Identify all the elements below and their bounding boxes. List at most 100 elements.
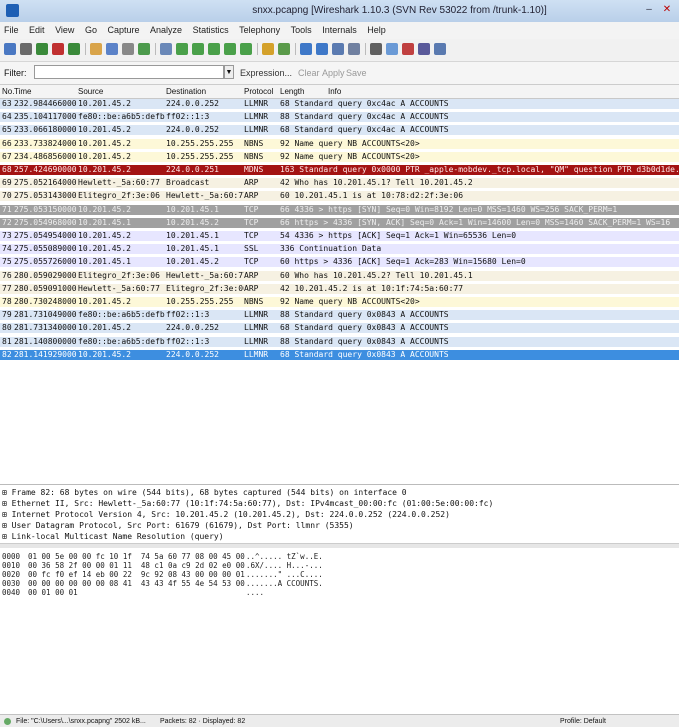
colorize-icon[interactable] [262,43,274,55]
packet-source: 10.201.45.2 [78,297,131,306]
display-filters-icon[interactable] [386,43,398,55]
packet-row[interactable]: 67 234.486856000 10.201.45.2 10.255.255.255… [0,151,679,162]
packet-destination: 224.0.0.252 [166,323,219,333]
menu-analyze[interactable]: Analyze [146,22,186,35]
coloring-rules-icon[interactable] [402,43,414,55]
zoom-in-icon[interactable] [300,43,312,55]
column-header-time[interactable]: Time [14,87,31,96]
last-packet-icon[interactable] [240,43,252,55]
hex-bytes[interactable]: 00 01 00 01 [28,588,78,597]
hex-ascii[interactable]: .... [246,588,264,597]
hex-offset[interactable]: 0010 [2,561,20,570]
menu-internals[interactable]: Internals [318,22,361,35]
packet-row[interactable]: 64235.104117000fe80::be:a6b5:defb:ec5fff… [0,112,679,123]
hex-offset[interactable]: 0000 [2,552,20,561]
interface-list-icon[interactable] [4,43,16,55]
filter-history-dropdown[interactable]: ▼ [224,65,234,79]
packet-row[interactable]: 65 233.066180000 10.201.45.2 224.0.0.252 LLM… [0,125,679,136]
packet-row[interactable]: 72 275.054968000 10.201.45.1 10.201.45.2 TCP… [0,217,679,228]
back-icon[interactable] [176,43,188,55]
expert-info-icon[interactable] [4,718,11,725]
detail-tree-item[interactable]: ⊞ Link-local Multicast Name Resolution (… [2,532,677,542]
goto-icon[interactable] [208,43,220,55]
column-header-info[interactable]: Info [328,87,341,96]
zoom-out-icon[interactable] [316,43,328,55]
packet-row[interactable]: 80 281.731340000 10.201.45.2 224.0.0.252 LLM… [0,323,679,334]
menu-tools[interactable]: Tools [287,22,316,35]
hex-ascii[interactable]: .......A CCOUNTS. [246,579,323,588]
menu-view[interactable]: View [51,22,78,35]
hex-offset[interactable]: 0040 [2,588,20,597]
menu-file[interactable]: File [0,22,23,35]
packet-row[interactable]: 69 275.052164000 Hewlett-_5a:60:77 Broadcas… [0,178,679,189]
help-icon[interactable] [434,43,446,55]
status-profile[interactable]: Profile: Default [560,718,606,725]
packet-row[interactable]: 74 275.055089000 10.201.45.2 10.201.45.1 SSL… [0,244,679,255]
close-file-icon[interactable] [122,43,134,55]
display-filter-input[interactable] [34,65,224,79]
detail-tree-item[interactable]: ⊞ Internet Protocol Version 4, Src: 10.2… [2,510,677,520]
hex-ascii[interactable]: ......." ...C.... [246,570,323,579]
reload-icon[interactable] [138,43,150,55]
column-header-length[interactable]: Length [280,87,304,96]
packet-row[interactable]: 76 280.059029000 Elitegro_2f:3e:06 Hewlett-… [0,270,679,281]
status-file: File: "C:\Users\...\snxx.pcapng" 2502 kB… [16,718,146,725]
minimize-button[interactable]: – [640,3,658,17]
stop-capture-icon[interactable] [52,43,64,55]
hex-bytes[interactable]: 00 fc f0 ef 14 eb 00 22 9c 92 08 43 00 0… [28,570,245,579]
forward-icon[interactable] [192,43,204,55]
capture-filters-icon[interactable] [370,43,382,55]
menu-help[interactable]: Help [363,22,390,35]
packet-row[interactable]: 71 275.053150000 10.201.45.2 10.201.45.1 TCP… [0,204,679,215]
zoom-normal-icon[interactable] [332,43,344,55]
hex-ascii[interactable]: ..^..... tZ`w..E. [246,552,323,561]
column-header-protocol[interactable]: Protocol [244,87,273,96]
packet-row[interactable]: 66 233.733824000 10.201.45.2 10.255.255.255… [0,138,679,149]
menu-statistics[interactable]: Statistics [189,22,233,35]
save-filter-button[interactable]: Save [346,68,367,78]
hex-bytes[interactable]: 00 00 00 00 00 00 08 41 43 43 4f 55 4e 5… [28,579,245,588]
apply-filter-button[interactable]: Apply [322,68,345,78]
autoscroll-icon[interactable] [278,43,290,55]
hex-bytes[interactable]: 00 36 58 2f 00 00 01 11 48 c1 0a c9 2d 0… [28,561,245,570]
packet-row[interactable]: 75 275.055726000 10.201.45.1 10.201.45.2 TCP… [0,257,679,268]
packet-row[interactable]: 70 275.053143000 Elitegro_2f:3e:06 Hewlett-… [0,191,679,202]
first-packet-icon[interactable] [224,43,236,55]
packet-protocol: TCP [244,231,259,240]
hex-offset[interactable]: 0020 [2,570,20,579]
column-header-no[interactable]: No. [2,87,14,96]
clear-filter-button[interactable]: Clear [298,68,320,78]
menu-go[interactable]: Go [81,22,101,35]
packet-row[interactable]: 81281.140800000fe80::be:a6b5:defb:ec5fff… [0,336,679,347]
detail-tree-item[interactable]: ⊞ User Datagram Protocol, Src Port: 6167… [2,521,677,531]
hex-offset[interactable]: 0030 [2,579,20,588]
save-file-icon[interactable] [106,43,118,55]
packet-row[interactable]: 73 275.054954000 10.201.45.2 10.201.45.1 TCP… [0,231,679,241]
hex-bytes[interactable]: 01 00 5e 00 00 fc 10 1f 74 5a 60 77 08 0… [28,552,245,561]
detail-tree-item[interactable]: ⊞ Ethernet II, Src: Hewlett-_5a:60:77 (1… [2,499,677,509]
column-header-destination[interactable]: Destination [166,87,206,96]
packet-row[interactable]: 82 281.141929000 10.201.45.2 224.0.0.252 LLM… [0,349,679,360]
capture-options-icon[interactable] [20,43,32,55]
resize-columns-icon[interactable] [348,43,360,55]
packet-row[interactable]: 77 280.059091000 Hewlett-_5a:60:77 Elitegro… [0,283,679,294]
open-file-icon[interactable] [90,43,102,55]
expression-button[interactable]: Expression... [240,68,292,78]
hex-ascii[interactable]: .6X/.... H...-... [246,561,323,570]
preferences-icon[interactable] [418,43,430,55]
restart-capture-icon[interactable] [68,43,80,55]
detail-tree-item[interactable]: ⊞ Frame 82: 68 bytes on wire (544 bits),… [2,488,677,498]
packet-row[interactable]: 68 257.424690000 10.201.45.2 224.0.0.251 MDN… [0,165,679,175]
packet-row[interactable]: 79281.731049000fe80::be:a6b5:defb:ec5fff… [0,310,679,321]
column-header-source[interactable]: Source [78,87,103,96]
menu-capture[interactable]: Capture [103,22,143,35]
packet-no: 63 [2,99,12,108]
menu-telephony[interactable]: Telephony [235,22,284,35]
start-capture-icon[interactable] [36,43,48,55]
packet-row[interactable]: 78 280.730248000 10.201.45.2 10.255.255.255… [0,297,679,307]
close-button[interactable]: ✕ [658,3,676,17]
packet-row[interactable]: 63 232.984466000 10.201.45.2 224.0.0.252 LLM… [0,99,679,109]
find-icon[interactable] [160,43,172,55]
packet-info: 54 4336 > https [ACK] Seq=1 Ack=1 Win=65… [280,231,517,240]
menu-edit[interactable]: Edit [25,22,49,35]
